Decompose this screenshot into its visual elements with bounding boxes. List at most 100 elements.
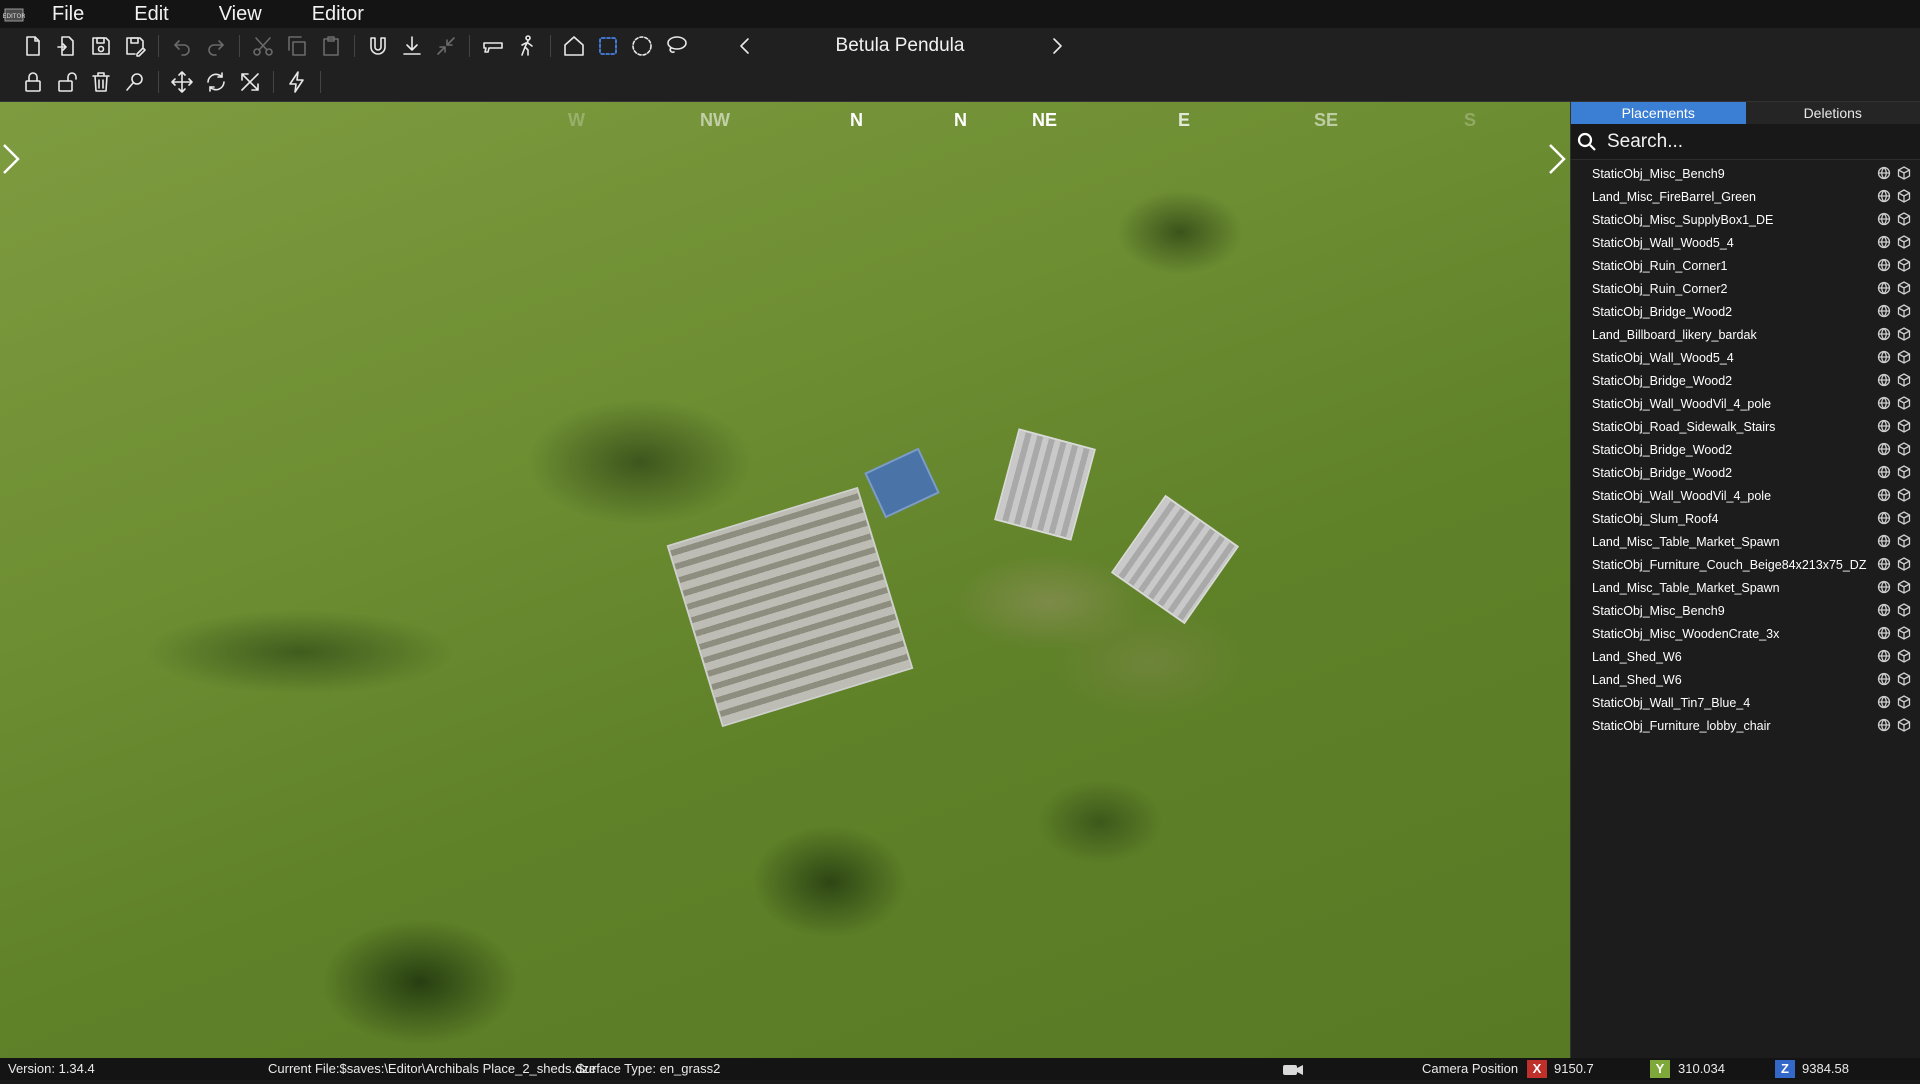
cube-icon[interactable]	[1897, 281, 1911, 295]
cube-icon[interactable]	[1897, 327, 1911, 341]
ground-snap-icon[interactable]	[395, 29, 429, 63]
menu-file[interactable]: File	[28, 0, 110, 28]
redo-icon[interactable]	[199, 29, 233, 63]
globe-icon[interactable]	[1877, 649, 1891, 663]
find-icon[interactable]	[118, 65, 152, 99]
cube-icon[interactable]	[1897, 396, 1911, 410]
list-item[interactable]: StaticObj_Furniture_Couch_Beige84x213x75…	[1571, 553, 1920, 576]
new-file-icon[interactable]	[16, 29, 50, 63]
save-as-icon[interactable]	[118, 29, 152, 63]
globe-icon[interactable]	[1877, 258, 1891, 272]
list-item[interactable]: Land_Misc_Table_Market_Spawn	[1571, 530, 1920, 553]
home-icon[interactable]	[557, 29, 591, 63]
globe-icon[interactable]	[1877, 350, 1891, 364]
collapse-icon[interactable]	[429, 29, 463, 63]
list-item[interactable]: Land_Shed_W6	[1571, 668, 1920, 691]
list-item[interactable]: StaticObj_Bridge_Wood2	[1571, 461, 1920, 484]
globe-icon[interactable]	[1877, 511, 1891, 525]
cube-icon[interactable]	[1897, 442, 1911, 456]
cube-icon[interactable]	[1897, 603, 1911, 617]
list-item[interactable]: Land_Misc_FireBarrel_Green	[1571, 185, 1920, 208]
copy-icon[interactable]	[280, 29, 314, 63]
lock-icon[interactable]	[16, 65, 50, 99]
cube-icon[interactable]	[1897, 695, 1911, 709]
list-item[interactable]: StaticObj_Slum_Roof4	[1571, 507, 1920, 530]
list-item[interactable]: StaticObj_Ruin_Corner2	[1571, 277, 1920, 300]
list-item[interactable]: StaticObj_Wall_WoodVil_4_pole	[1571, 484, 1920, 507]
list-item[interactable]: StaticObj_Bridge_Wood2	[1571, 369, 1920, 392]
globe-icon[interactable]	[1877, 580, 1891, 594]
trash-icon[interactable]	[84, 65, 118, 99]
rotate-icon[interactable]	[199, 65, 233, 99]
list-item[interactable]: Land_Billboard_likery_bardak	[1571, 323, 1920, 346]
cube-icon[interactable]	[1897, 189, 1911, 203]
globe-icon[interactable]	[1877, 396, 1891, 410]
cube-icon[interactable]	[1897, 258, 1911, 272]
search-input[interactable]	[1605, 130, 1895, 154]
cube-icon[interactable]	[1897, 580, 1911, 594]
globe-icon[interactable]	[1877, 419, 1891, 433]
list-item[interactable]: StaticObj_Furniture_lobby_chair	[1571, 714, 1920, 737]
move-icon[interactable]	[165, 65, 199, 99]
cube-icon[interactable]	[1897, 235, 1911, 249]
list-item[interactable]: StaticObj_Misc_Bench9	[1571, 162, 1920, 185]
undo-icon[interactable]	[165, 29, 199, 63]
cube-icon[interactable]	[1897, 350, 1911, 364]
cube-icon[interactable]	[1897, 166, 1911, 180]
cube-icon[interactable]	[1897, 557, 1911, 571]
globe-icon[interactable]	[1877, 488, 1891, 502]
globe-icon[interactable]	[1877, 695, 1891, 709]
walk-mode-icon[interactable]	[510, 29, 544, 63]
list-item[interactable]: StaticObj_Wall_Wood5_4	[1571, 231, 1920, 254]
globe-icon[interactable]	[1877, 304, 1891, 318]
globe-icon[interactable]	[1877, 189, 1891, 203]
lasso-select-icon[interactable]	[659, 29, 693, 63]
tab-deletions[interactable]: Deletions	[1746, 102, 1920, 124]
cube-icon[interactable]	[1897, 626, 1911, 640]
menu-view[interactable]: View	[195, 0, 288, 28]
scale-icon[interactable]	[233, 65, 267, 99]
cube-icon[interactable]	[1897, 419, 1911, 433]
globe-icon[interactable]	[1877, 603, 1891, 617]
globe-icon[interactable]	[1877, 672, 1891, 686]
list-item[interactable]: StaticObj_Wall_Tin7_Blue_4	[1571, 691, 1920, 714]
chevron-left-icon[interactable]	[728, 29, 762, 63]
tab-placements[interactable]: Placements	[1571, 102, 1746, 124]
cube-icon[interactable]	[1897, 511, 1911, 525]
save-icon[interactable]	[84, 29, 118, 63]
right-panel-toggle-icon[interactable]	[1546, 139, 1568, 179]
cube-icon[interactable]	[1897, 465, 1911, 479]
globe-icon[interactable]	[1877, 166, 1891, 180]
list-item[interactable]: StaticObj_Ruin_Corner1	[1571, 254, 1920, 277]
open-file-icon[interactable]	[50, 29, 84, 63]
cut-icon[interactable]	[246, 29, 280, 63]
lightning-icon[interactable]	[280, 65, 314, 99]
globe-icon[interactable]	[1877, 557, 1891, 571]
globe-icon[interactable]	[1877, 373, 1891, 387]
magnet-snap-icon[interactable]	[361, 29, 395, 63]
globe-icon[interactable]	[1877, 534, 1891, 548]
globe-icon[interactable]	[1877, 281, 1891, 295]
cube-icon[interactable]	[1897, 534, 1911, 548]
globe-icon[interactable]	[1877, 212, 1891, 226]
circle-select-icon[interactable]	[625, 29, 659, 63]
unlock-icon[interactable]	[50, 65, 84, 99]
weapon-icon[interactable]	[476, 29, 510, 63]
globe-icon[interactable]	[1877, 465, 1891, 479]
menu-editor[interactable]: Editor	[288, 0, 390, 28]
cube-icon[interactable]	[1897, 488, 1911, 502]
list-item[interactable]: StaticObj_Misc_Bench9	[1571, 599, 1920, 622]
list-item[interactable]: StaticObj_Misc_WoodenCrate_3x	[1571, 622, 1920, 645]
globe-icon[interactable]	[1877, 442, 1891, 456]
list-item[interactable]: StaticObj_Bridge_Wood2	[1571, 300, 1920, 323]
list-item[interactable]: StaticObj_Bridge_Wood2	[1571, 438, 1920, 461]
globe-icon[interactable]	[1877, 626, 1891, 640]
cube-icon[interactable]	[1897, 212, 1911, 226]
globe-icon[interactable]	[1877, 718, 1891, 732]
cube-icon[interactable]	[1897, 373, 1911, 387]
menu-edit[interactable]: Edit	[110, 0, 194, 28]
box-select-icon[interactable]	[591, 29, 625, 63]
list-item[interactable]: StaticObj_Wall_WoodVil_4_pole	[1571, 392, 1920, 415]
cube-icon[interactable]	[1897, 672, 1911, 686]
list-item[interactable]: StaticObj_Wall_Wood5_4	[1571, 346, 1920, 369]
